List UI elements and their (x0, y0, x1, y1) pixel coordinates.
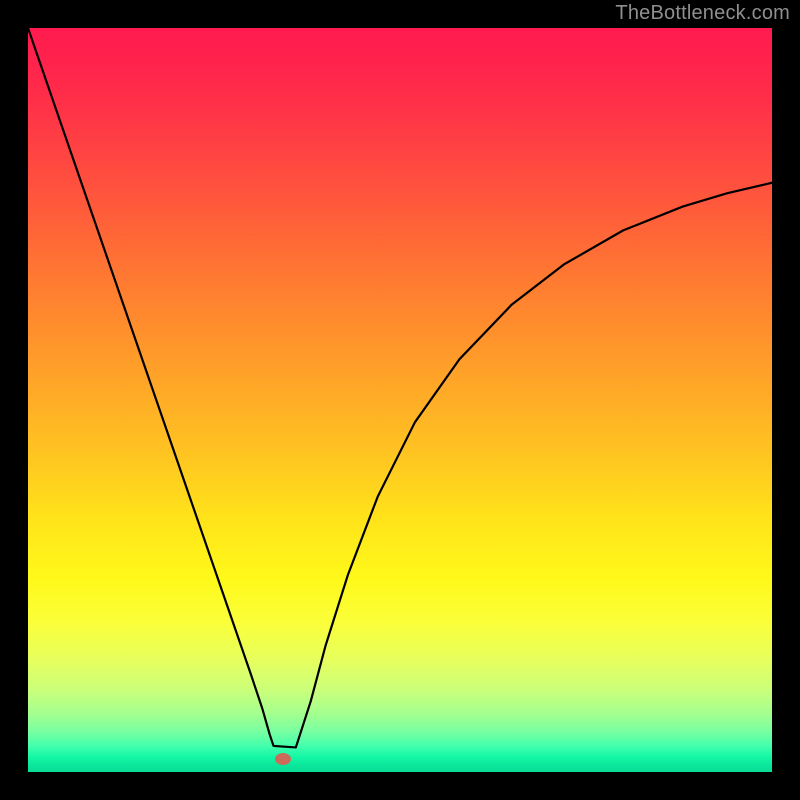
optimal-point-marker (275, 753, 291, 765)
bottleneck-curve (28, 28, 772, 772)
watermark-text: TheBottleneck.com (615, 2, 790, 25)
plot-area (28, 28, 772, 772)
chart-frame: TheBottleneck.com (0, 0, 800, 800)
